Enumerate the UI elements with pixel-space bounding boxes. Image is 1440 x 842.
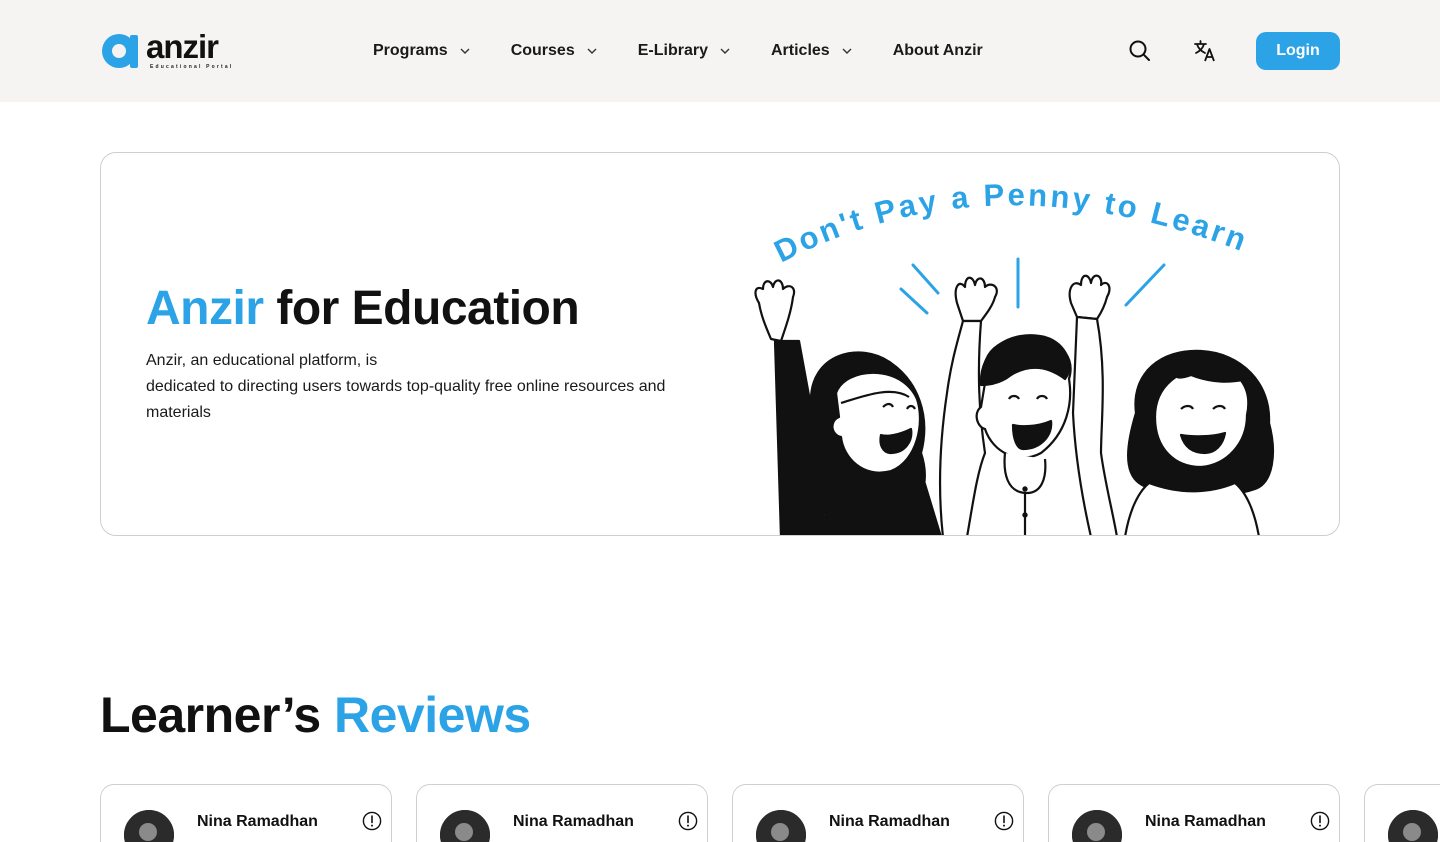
reviewer-name: Nina Ramadhan	[829, 813, 950, 830]
chevron-down-icon	[842, 48, 852, 54]
nav-item-label: Programs	[373, 42, 448, 59]
chevron-down-icon	[720, 48, 730, 54]
hero-illustration-slogan: Don't Pay a Penny to Learn	[769, 177, 1254, 269]
reviewer-name: Nina Ramadhan	[197, 813, 318, 830]
logo-wordmark: anzir	[146, 28, 219, 65]
avatar	[1072, 810, 1122, 842]
reviewer-name: Nina Ramadhan	[513, 813, 634, 830]
hero-title-accent: Anzir	[146, 282, 264, 335]
main-nav: Programs Courses E-Library Articles Abou…	[373, 0, 983, 102]
report-icon[interactable]	[362, 811, 382, 831]
review-card[interactable]: Nina Ramadhan	[1048, 784, 1340, 842]
login-button[interactable]: Login	[1256, 32, 1340, 70]
report-icon[interactable]	[994, 811, 1014, 831]
review-card[interactable]: Nina Ramadhan	[732, 784, 1024, 842]
nav-item-about-anzir[interactable]: About Anzir	[893, 42, 983, 60]
hero-description-line2: dedicated to directing users towards top…	[146, 378, 666, 421]
hero-description: Anzir, an educational platform, is dedic…	[146, 348, 726, 426]
reviews-heading-accent: Reviews	[334, 687, 531, 743]
nav-item-courses[interactable]: Courses	[511, 42, 598, 60]
avatar	[756, 810, 806, 842]
user-photo	[756, 810, 806, 842]
chevron-down-icon	[587, 48, 597, 54]
review-card[interactable]: Nina Ramadhan	[416, 784, 708, 842]
nav-item-articles[interactable]: Articles	[771, 42, 853, 60]
user-photo	[440, 810, 490, 842]
site-logo[interactable]: anzir Educational Portal	[100, 28, 250, 74]
avatar	[440, 810, 490, 842]
hero-title: Anzir for Education	[146, 281, 580, 336]
nav-item-label: About Anzir	[892, 42, 983, 59]
chevron-down-icon	[460, 48, 470, 54]
reviews-heading: Learner’s Reviews	[100, 686, 531, 744]
nav-item-e-library[interactable]: E-Library	[638, 42, 731, 60]
nav-item-label: E-Library	[637, 42, 708, 59]
report-icon[interactable]	[1310, 811, 1330, 831]
logo-mark-icon	[102, 34, 138, 68]
user-photo	[124, 810, 174, 842]
nav-item-label: Courses	[510, 42, 575, 59]
review-card[interactable]: Nina Ramadhan	[100, 784, 392, 842]
search-button[interactable]	[1127, 38, 1153, 64]
report-icon[interactable]	[678, 811, 698, 831]
hero-title-rest: for Education	[263, 282, 580, 335]
language-button[interactable]	[1192, 38, 1218, 64]
avatar	[124, 810, 174, 842]
translate-icon	[1194, 40, 1215, 62]
nav-item-programs[interactable]: Programs	[373, 42, 471, 60]
reviewer-name: Nina Ramadhan	[1145, 813, 1266, 830]
nav-item-label: Articles	[770, 42, 830, 59]
user-photo	[1072, 810, 1122, 842]
hero-description-line1: Anzir, an educational platform, is	[146, 352, 378, 369]
site-header: anzir Educational Portal Programs Course…	[0, 0, 1440, 102]
logo-tagline: Educational Portal	[150, 64, 234, 70]
review-card[interactable]	[1364, 784, 1440, 842]
hero-illustration: Don't Pay a Penny to Learn	[754, 177, 1275, 535]
avatar	[1388, 810, 1438, 842]
hero-banner: Anzir for Education Anzir, an educationa…	[100, 152, 1340, 536]
user-photo	[1388, 810, 1438, 842]
search-icon	[1129, 40, 1150, 61]
reviews-heading-plain: Learner’s	[100, 687, 335, 743]
